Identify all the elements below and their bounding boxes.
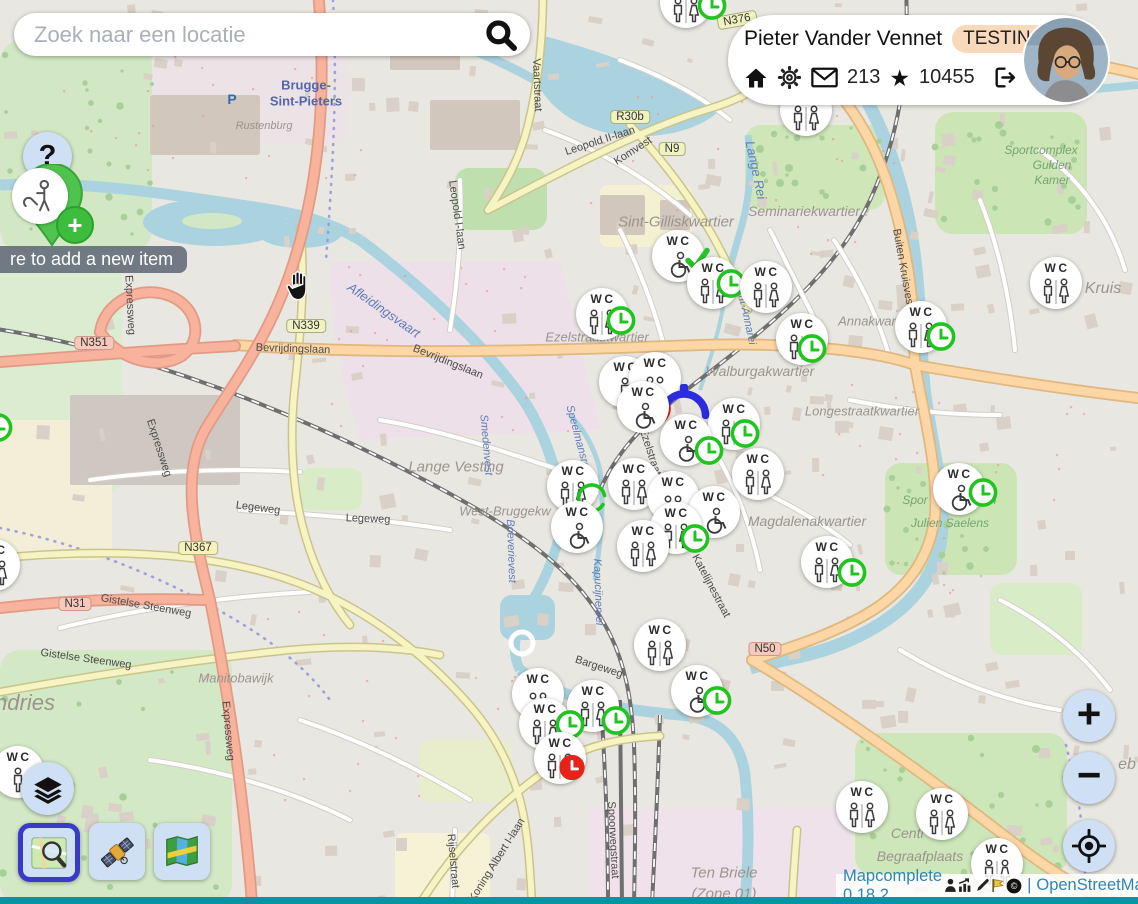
svg-text:WC: WC <box>703 490 728 504</box>
contributor-icon <box>944 878 957 893</box>
message-count: 213 <box>847 66 880 89</box>
map-marker[interactable]: WC <box>658 412 714 468</box>
folded-map-icon <box>163 833 201 871</box>
add-plus-icon: + <box>56 206 94 244</box>
home-icon[interactable] <box>744 66 768 90</box>
map-marker[interactable]: WC <box>914 786 970 842</box>
map-marker[interactable]: WC <box>565 678 621 734</box>
crosshair-icon <box>1072 829 1106 863</box>
map-marker[interactable]: WC <box>574 286 630 342</box>
svg-text:WC: WC <box>816 540 841 554</box>
svg-text:WC: WC <box>582 684 607 698</box>
svg-text:WC: WC <box>851 785 876 799</box>
svg-text:WC: WC <box>632 385 657 399</box>
zoom-in-button[interactable]: + <box>1063 690 1115 742</box>
svg-text:WC: WC <box>1045 261 1070 275</box>
map-marker[interactable]: WC <box>738 259 794 315</box>
opening-hours-badge <box>0 412 14 449</box>
attribution-bar: Mapcomplete 0.18.2 © | OpenStreetMap <box>836 874 1138 897</box>
svg-text:WC: WC <box>591 292 616 306</box>
svg-text:WC: WC <box>632 524 657 538</box>
copyright-icon: © <box>1006 878 1022 894</box>
search-bar <box>14 13 530 56</box>
svg-text:WC: WC <box>667 234 692 248</box>
avatar[interactable] <box>1024 18 1108 102</box>
star-count: 10455 <box>919 66 975 89</box>
map-marker[interactable]: WC <box>658 0 714 30</box>
svg-text:WC: WC <box>910 305 935 319</box>
layers-button[interactable] <box>21 762 74 815</box>
background-satellite-button[interactable] <box>89 823 145 880</box>
map-marker[interactable]: WC <box>893 299 949 355</box>
logout-icon[interactable] <box>992 65 1017 90</box>
map-markers: WC WC WC WC WC WC WC WC <box>0 0 1138 904</box>
svg-text:WC: WC <box>948 467 973 481</box>
map-marker[interactable]: WC <box>1028 255 1084 311</box>
flag-icon <box>991 878 1005 893</box>
svg-text:WC: WC <box>747 452 772 466</box>
star-icon: ★ <box>889 68 910 88</box>
search-icon[interactable] <box>484 18 518 52</box>
map-marker[interactable]: WC <box>669 663 725 719</box>
hand-cursor-icon <box>283 268 315 311</box>
map-marker[interactable]: WC <box>532 730 588 786</box>
search-input[interactable] <box>32 21 484 49</box>
svg-text:WC: WC <box>549 736 574 750</box>
settings-gear-icon[interactable] <box>777 65 802 90</box>
svg-text:WC: WC <box>623 462 648 476</box>
background-layer-switcher <box>18 823 210 882</box>
svg-text:WC: WC <box>791 317 816 331</box>
svg-text:WC: WC <box>686 669 711 683</box>
edit-pencil-icon <box>975 878 990 893</box>
svg-text:WC: WC <box>562 464 587 478</box>
svg-text:WC: WC <box>723 402 748 416</box>
mapcomplete-app: Brugge-Sint-PietersPRustenburgSint-Gilli… <box>0 0 1138 904</box>
map-marker[interactable]: WC <box>615 518 671 574</box>
map-marker[interactable]: WC <box>799 534 855 590</box>
statistics-icon <box>958 878 974 893</box>
attribution-separator: | <box>1027 876 1031 895</box>
osm-map-icon <box>30 834 68 872</box>
svg-text:WC: WC <box>527 672 552 686</box>
add-item-tooltip: re to add a new item <box>0 246 187 273</box>
svg-text:WC: WC <box>7 750 32 764</box>
openstreetmap-link[interactable]: OpenStreetMap <box>1036 876 1138 895</box>
svg-text:WC: WC <box>566 505 591 519</box>
svg-text:WC: WC <box>675 418 700 432</box>
map-marker[interactable]: WC <box>549 499 605 555</box>
background-map-button[interactable] <box>154 823 210 880</box>
zoom-out-button[interactable]: − <box>1063 752 1115 804</box>
messages-envelope-icon[interactable] <box>811 67 838 88</box>
geolocate-button[interactable] <box>1063 820 1115 872</box>
satellite-icon <box>97 832 137 872</box>
bottom-accent-bar <box>0 897 1138 904</box>
add-new-item-pin[interactable]: + <box>8 158 108 258</box>
user-panel: Pieter Vander Vennet TESTING <box>728 15 1106 105</box>
svg-text:WC: WC <box>649 623 674 637</box>
svg-text:WC: WC <box>755 265 780 279</box>
svg-text:WC: WC <box>644 356 669 370</box>
map-marker[interactable]: WC <box>774 311 830 367</box>
map-marker[interactable]: WC <box>834 779 890 835</box>
svg-text:©: © <box>1011 881 1018 891</box>
svg-text:WC: WC <box>702 261 727 275</box>
map-marker[interactable]: WC <box>685 255 741 311</box>
user-name: Pieter Vander Vennet <box>744 27 942 51</box>
background-osm-carto-button[interactable] <box>18 823 80 882</box>
map-marker[interactable] <box>683 404 685 406</box>
svg-text:WC: WC <box>662 475 687 489</box>
svg-text:WC: WC <box>986 842 1011 856</box>
svg-text:WC: WC <box>0 543 8 557</box>
map-marker[interactable]: WC <box>706 396 762 452</box>
map-marker[interactable]: WC <box>931 461 987 517</box>
map-marker[interactable]: WC <box>0 537 22 593</box>
svg-text:WC: WC <box>534 702 559 716</box>
svg-text:WC: WC <box>931 792 956 806</box>
